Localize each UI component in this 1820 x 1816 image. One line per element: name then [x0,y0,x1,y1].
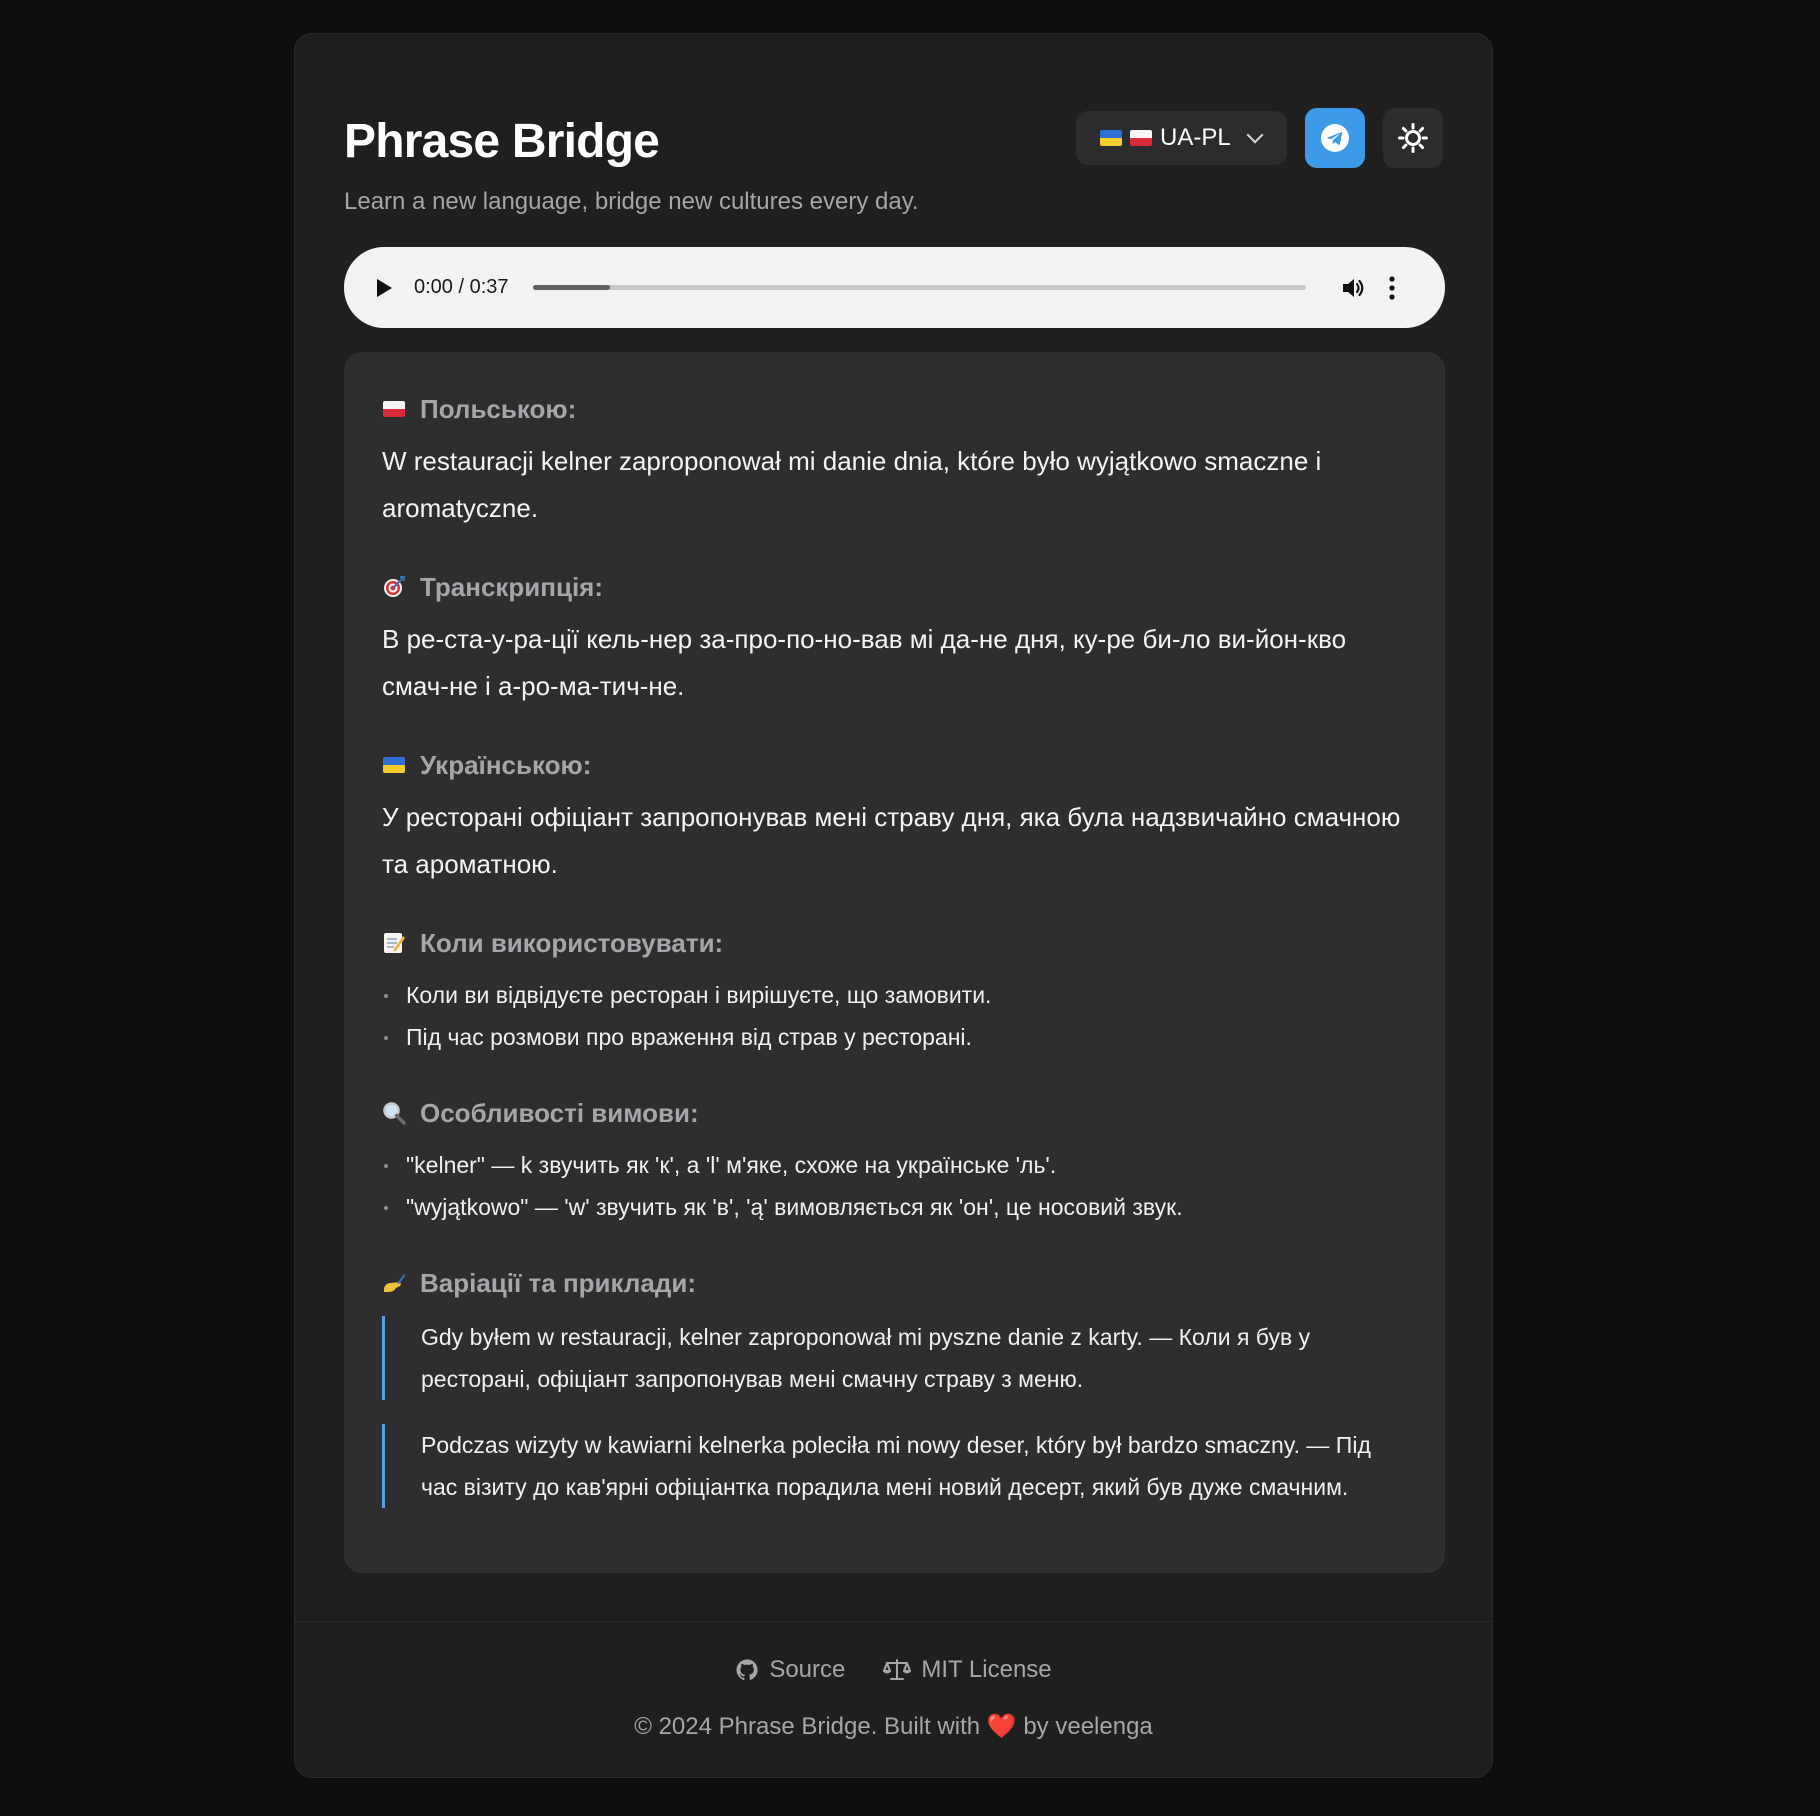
language-select-value: UA-PL [1160,124,1231,151]
ukraine-flag-icon [382,753,406,777]
variations-section-title: Варіації та приклади: [420,1267,696,1298]
poland-flag-icon [1130,130,1152,146]
license-link[interactable]: MIT License [883,1656,1052,1684]
transcription-section: Транскрипція: В ре-ста-у-ра-ції кель-нер… [382,566,1407,710]
telegram-icon [1321,124,1349,152]
usage-section-title: Коли використовувати: [420,927,724,958]
copyright-suffix: by veelenga [1023,1713,1153,1740]
transcription-text: В ре-ста-у-ра-ції кель-нер за-про-по-но-… [382,624,1347,701]
target-icon [382,575,406,599]
source-link[interactable]: Source [735,1656,845,1684]
writing-hand-icon [382,1271,406,1295]
header-controls: UA-PL [1076,108,1443,168]
usage-list: Коли ви відвідуєте ресторан і вирішуєте,… [382,974,1407,1058]
app-card: Phrase Bridge Learn a new language, brid… [294,33,1493,1778]
example-quote: Gdy byłem w restauracji, kelner zapropon… [382,1316,1407,1400]
play-icon[interactable] [374,277,394,299]
audio-time: 0:00 / 0:37 [414,276,509,298]
header: Phrase Bridge Learn a new language, brid… [344,84,1443,263]
audio-progress-track[interactable] [532,285,1306,290]
app-title: Phrase Bridge [344,115,660,168]
audio-player: 0:00 / 0:37 [344,247,1445,328]
polish-section: Польською: W restauracji kelner zapropon… [382,388,1407,532]
more-options-icon[interactable] [1388,275,1396,301]
language-select[interactable]: UA-PL [1076,111,1287,165]
list-item: "wyjątkowo" — 'w' звучить як 'в', 'ą' ви… [382,1186,1407,1228]
list-item: Під час розмови про враження від страв у… [382,1016,1407,1058]
magnifier-icon [382,1101,406,1125]
list-item: "kelner" — k звучить як 'к', а 'l' м'яке… [382,1144,1407,1186]
ukrainian-text: У ресторані офіціант запропонував мені с… [382,802,1401,879]
volume-icon[interactable] [1340,275,1366,301]
chevron-down-icon [1246,126,1264,144]
pronunciation-section-title: Особливості вимови: [420,1097,699,1128]
copyright: © 2024 Phrase Bridge. Built with ❤️ by v… [295,1712,1492,1741]
pronunciation-list: "kelner" — k звучить як 'к', а 'l' м'яке… [382,1144,1407,1228]
ukraine-flag-icon [1100,130,1122,146]
usage-section: Коли використовувати: Коли ви відвідуєте… [382,922,1407,1058]
ukrainian-section-title: Українською: [420,749,592,780]
memo-icon [382,931,406,955]
phrase-card: Польською: W restauracji kelner zapropon… [344,352,1445,1573]
app-subtitle: Learn a new language, bridge new culture… [344,188,919,215]
theme-toggle-button[interactable] [1383,108,1443,168]
example-quote: Podczas wizyty w kawiarni kelnerka polec… [382,1424,1407,1508]
variations-section: Варіації та приклади: Gdy byłem w restau… [382,1262,1407,1508]
ukrainian-section: Українською: У ресторані офіціант запроп… [382,744,1407,888]
pronunciation-section: Особливості вимови: "kelner" — k звучить… [382,1092,1407,1228]
footer-links: Source MIT License [295,1656,1492,1684]
copyright-prefix: © 2024 Phrase Bridge. Built with [634,1713,981,1740]
github-icon [736,1659,758,1681]
poland-flag-icon [382,397,406,421]
scales-icon [883,1659,912,1680]
polish-section-title: Польською: [420,393,577,424]
heart-icon: ❤️ [986,1713,1017,1740]
source-link-label: Source [769,1656,846,1683]
sun-icon [1398,123,1428,153]
list-item: Коли ви відвідуєте ресторан і вирішуєте,… [382,974,1407,1016]
transcription-section-title: Транскрипція: [420,571,604,602]
telegram-button[interactable] [1305,108,1365,168]
audio-progress-fill [532,285,610,290]
footer: Source MIT License © 2024 Phrase Bridge.… [295,1621,1492,1777]
license-link-label: MIT License [921,1656,1052,1683]
polish-text: W restauracji kelner zaproponował mi dan… [382,446,1322,523]
